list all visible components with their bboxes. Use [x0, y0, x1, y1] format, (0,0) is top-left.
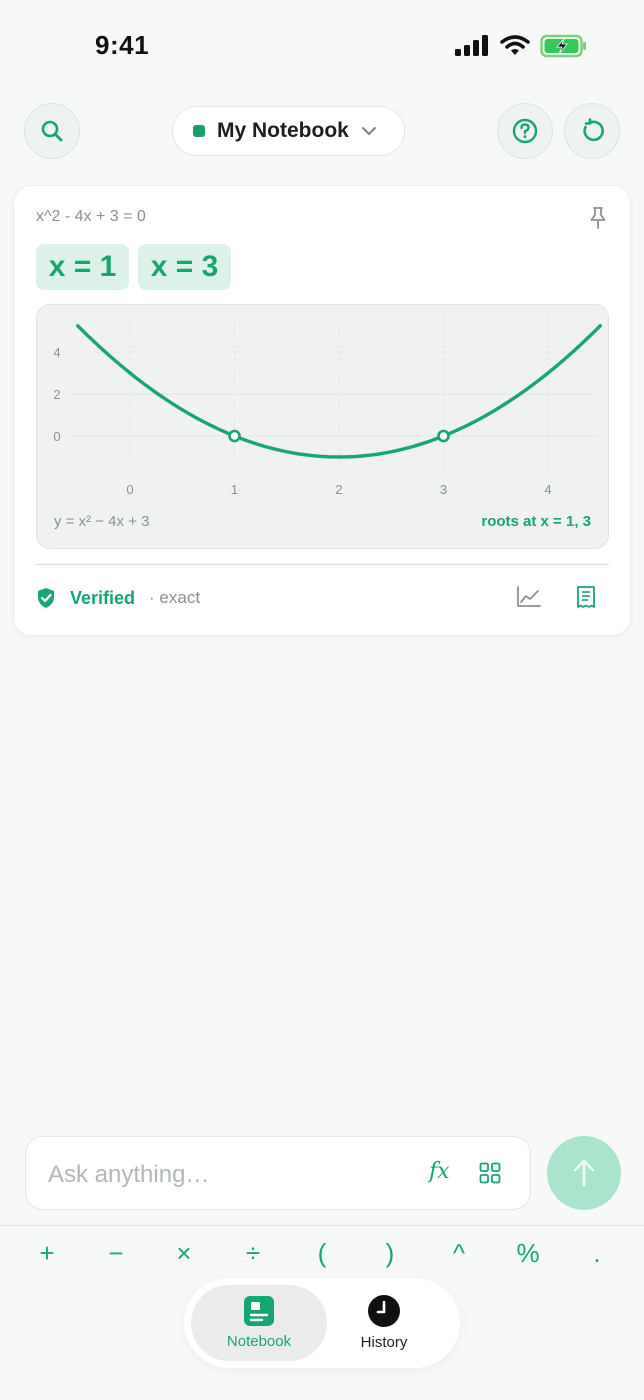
notebook-selector[interactable]: My Notebook — [172, 106, 405, 156]
operator-multiply-key[interactable]: × — [164, 1234, 204, 1272]
notebook-color-dot — [193, 125, 205, 137]
y-tick-label: 0 — [53, 429, 60, 444]
result-card: x^2 - 4x + 3 = 0 x = 1 x = 3 4 2 0 0 1 2 3 4 y … — [13, 185, 631, 636]
verified-label: Verified — [70, 587, 136, 608]
notebook-title: My Notebook — [217, 119, 349, 142]
ask-input[interactable]: Ask anything… 𝑓x — [25, 1136, 531, 1210]
operator-divide-key[interactable]: ÷ — [233, 1234, 273, 1272]
verified-detail: · exact — [149, 588, 201, 607]
x-tick-label: 4 — [544, 482, 551, 497]
shield-check-icon — [38, 588, 54, 608]
tab-notebook-label: Notebook — [226, 1333, 292, 1350]
chevron-down-icon — [361, 127, 376, 135]
input-expression: x^2 - 4x + 3 = 0 — [36, 208, 146, 225]
x-tick-label: 3 — [440, 482, 447, 497]
help-circle-icon — [512, 118, 538, 144]
notebook-icon — [244, 1296, 274, 1326]
verification-status: Verified · exact — [36, 587, 200, 609]
plot-equation: y = x² − 4x + 3 — [54, 513, 150, 530]
tab-notebook[interactable]: Notebook — [191, 1285, 327, 1361]
operator-open-paren-key[interactable]: ( — [302, 1234, 342, 1272]
tab-history-label: History — [360, 1334, 408, 1351]
ask-input-placeholder: Ask anything… — [48, 1161, 210, 1188]
x-tick-label: 1 — [231, 482, 238, 497]
operator-close-paren-key[interactable]: ) — [370, 1234, 410, 1272]
function-button[interactable]: 𝑓x — [429, 1159, 450, 1184]
operator-plus-key[interactable]: + — [27, 1234, 67, 1272]
operator-decimal-key[interactable]: . — [577, 1234, 617, 1272]
solution-chip[interactable]: x = 1 — [36, 244, 129, 290]
wifi-icon — [500, 35, 530, 55]
reset-button[interactable] — [564, 103, 620, 159]
rotate-icon — [583, 118, 604, 142]
operator-minus-key[interactable]: − — [96, 1234, 136, 1272]
tab-history[interactable]: History — [320, 1285, 448, 1361]
grid-icon[interactable] — [479, 1162, 501, 1184]
status-icons — [454, 34, 588, 58]
root-marker — [437, 429, 450, 443]
search-icon — [41, 120, 63, 142]
operator-power-key[interactable]: ^ — [439, 1234, 479, 1272]
send-button[interactable] — [547, 1136, 621, 1210]
receipt-icon[interactable] — [576, 585, 596, 609]
pin-icon[interactable] — [588, 206, 608, 230]
function-plot[interactable]: 4 2 0 0 1 2 3 4 y = x² − 4x + 3 roots at x = 1,… — [36, 304, 609, 549]
y-tick-label: 4 — [53, 345, 60, 360]
battery-charging-icon — [540, 34, 586, 58]
tab-bar: Notebook History — [184, 1278, 460, 1368]
operator-divider — [0, 1225, 644, 1226]
y-tick-label: 2 — [53, 387, 60, 402]
x-tick-label: 2 — [335, 482, 342, 497]
clock-icon — [368, 1295, 400, 1327]
root-marker — [228, 429, 241, 443]
search-button[interactable] — [24, 103, 80, 159]
x-tick-label: 0 — [126, 482, 133, 497]
operator-percent-key[interactable]: % — [508, 1234, 548, 1272]
card-divider — [36, 564, 609, 565]
arrow-up-icon — [573, 1159, 595, 1187]
solution-chip[interactable]: x = 3 — [138, 244, 231, 290]
plot-roots-label: roots at x = 1, 3 — [481, 513, 591, 530]
help-button[interactable] — [497, 103, 553, 159]
status-time: 9:41 — [95, 30, 150, 60]
chart-icon[interactable] — [516, 585, 542, 609]
status-bar: 9:41 — [0, 0, 644, 90]
signal-icon — [455, 35, 488, 56]
